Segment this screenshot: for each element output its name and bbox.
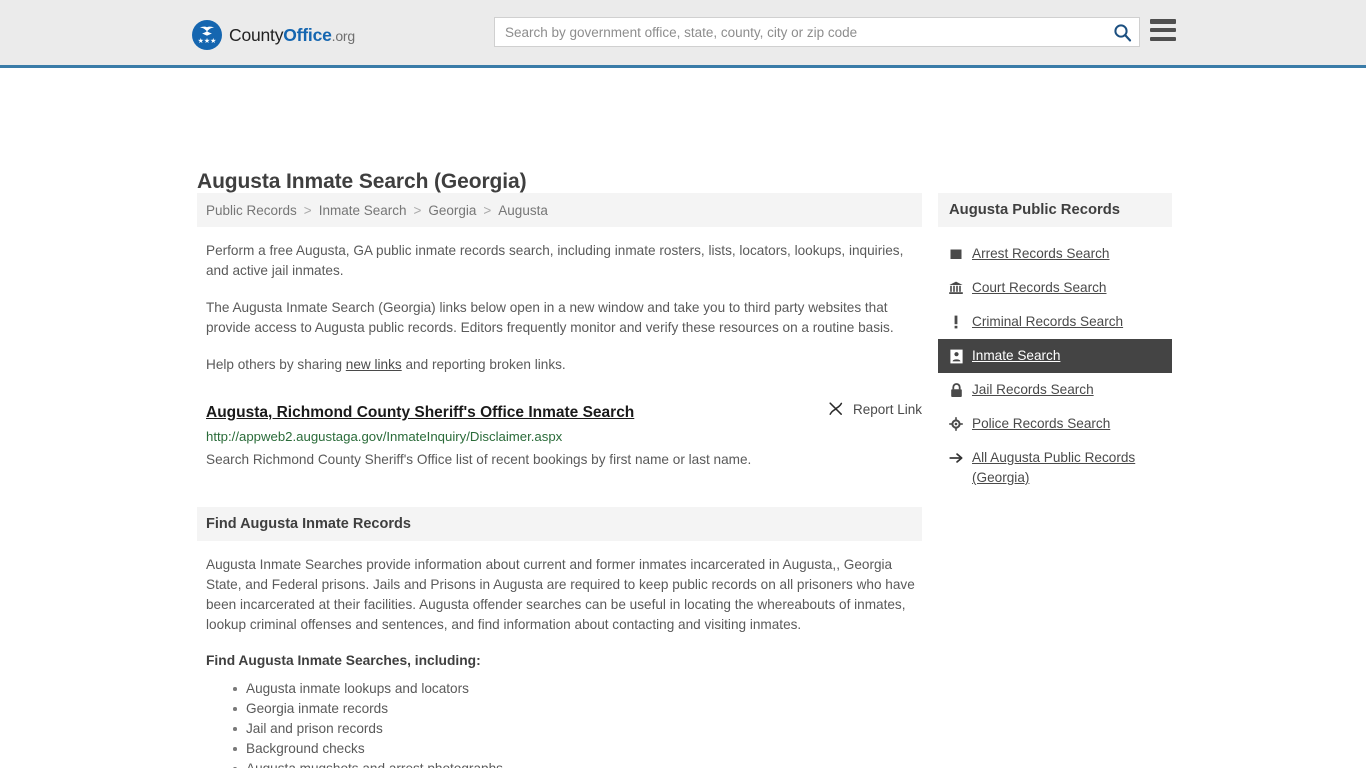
list-item: Background checks <box>233 739 922 759</box>
breadcrumb-item-augusta[interactable]: Augusta <box>498 203 548 218</box>
sidebar-list: Arrest Records Search Court Records Sear… <box>938 237 1172 495</box>
eagle-seal-icon: ★★★ <box>192 20 222 50</box>
broken-link-icon <box>829 402 843 415</box>
site-header: ★★★ CountyOffice.org <box>0 0 1366 68</box>
search-button[interactable] <box>1105 18 1139 46</box>
arrow-right-icon <box>949 450 963 466</box>
result-url[interactable]: http://appweb2.augustaga.gov/InmateInqui… <box>206 429 922 444</box>
sidebar-item-arrest-records[interactable]: Arrest Records Search <box>938 237 1172 271</box>
list-item: Georgia inmate records <box>233 699 922 719</box>
section-heading: Find Augusta Inmate Records <box>197 507 922 541</box>
eagle-glyph <box>199 26 215 36</box>
logo-text-county: County <box>229 24 284 45</box>
list-item: Augusta mugshots and arrest photographs <box>233 759 922 768</box>
hamburger-bar-1 <box>1150 19 1176 24</box>
sidebar-item-inmate-search[interactable]: Inmate Search <box>938 339 1172 373</box>
square-icon <box>949 246 963 262</box>
result-description: Search Richmond County Sheriff's Office … <box>206 452 752 467</box>
intro-paragraph-1: Perform a free Augusta, GA public inmate… <box>206 243 904 278</box>
breadcrumb-separator: > <box>303 202 312 218</box>
breadcrumb-item-inmate-search[interactable]: Inmate Search <box>319 203 407 218</box>
result-title-link[interactable]: Augusta, Richmond County Sheriff's Offic… <box>206 404 634 422</box>
report-link-button[interactable]: Report Link <box>828 401 922 417</box>
sidebar-item-criminal-records[interactable]: Criminal Records Search <box>938 305 1172 339</box>
section-subheading: Find Augusta Inmate Searches, including: <box>206 653 481 668</box>
search-input[interactable] <box>495 18 1105 46</box>
lock-icon <box>949 382 963 398</box>
sidebar-item-label: Jail Records Search <box>972 382 1094 397</box>
main-content: Public Records > Inmate Search > Georgia… <box>197 193 922 768</box>
list-item: Augusta inmate lookups and locators <box>233 679 922 699</box>
sidebar-item-label: Inmate Search <box>972 348 1061 363</box>
report-link-label: Report Link <box>852 401 922 417</box>
sidebar-item-jail-records[interactable]: Jail Records Search <box>938 373 1172 407</box>
site-logo[interactable]: ★★★ CountyOffice.org <box>192 20 355 50</box>
share-text-before: Help others by sharing <box>206 357 346 372</box>
list-item: Jail and prison records <box>233 719 922 739</box>
sidebar-item-label: Arrest Records Search <box>972 246 1110 261</box>
sidebar-item-police-records[interactable]: Police Records Search <box>938 407 1172 441</box>
result-header-row: Augusta, Richmond County Sheriff's Offic… <box>206 401 922 422</box>
hamburger-menu-icon[interactable] <box>1150 19 1176 41</box>
share-text-after: and reporting broken links. <box>401 357 566 372</box>
logo-stars: ★★★ <box>197 38 217 45</box>
hamburger-bar-2 <box>1150 27 1176 33</box>
sidebar-item-court-records[interactable]: Court Records Search <box>938 271 1172 305</box>
breadcrumb-separator: > <box>483 202 492 218</box>
page-title: Augusta Inmate Search (Georgia) <box>197 170 527 194</box>
exclamation-icon <box>949 314 963 330</box>
hamburger-bar-3 <box>1150 36 1176 41</box>
sidebar-item-label: Police Records Search <box>972 416 1111 431</box>
sidebar-item-label: Criminal Records Search <box>972 314 1124 329</box>
search-bar[interactable] <box>494 17 1140 47</box>
intro-paragraph-2: The Augusta Inmate Search (Georgia) link… <box>206 300 894 335</box>
sidebar-item-label: Court Records Search <box>972 280 1107 295</box>
police-badge-icon <box>949 416 963 432</box>
section-bullet-list: Augusta inmate lookups and locators Geor… <box>206 679 922 768</box>
breadcrumb: Public Records > Inmate Search > Georgia… <box>197 193 922 227</box>
id-card-icon <box>949 348 963 364</box>
section-paragraph: Augusta Inmate Searches provide informat… <box>206 557 915 632</box>
page-body: Augusta Inmate Search (Georgia) Public R… <box>0 68 1366 768</box>
logo-text-org: .org <box>331 27 356 44</box>
breadcrumb-separator: > <box>413 202 422 218</box>
logo-text-office: Office <box>283 24 332 45</box>
section-body: Augusta Inmate Searches provide informat… <box>197 555 922 768</box>
search-result-item: Augusta, Richmond County Sheriff's Offic… <box>197 401 922 469</box>
breadcrumb-item-georgia[interactable]: Georgia <box>428 203 476 218</box>
intro-paragraph-3: Help others by sharing new links and rep… <box>197 355 922 375</box>
sidebar-heading: Augusta Public Records <box>938 193 1172 227</box>
sidebar-item-label: All Augusta Public Records (Georgia) <box>972 450 1136 485</box>
logo-wordmark: CountyOffice.org <box>229 25 355 46</box>
new-links-link[interactable]: new links <box>346 357 402 372</box>
breadcrumb-item-public-records[interactable]: Public Records <box>206 203 297 218</box>
sidebar-item-all-public-records[interactable]: All Augusta Public Records (Georgia) <box>938 441 1172 495</box>
sidebar: Augusta Public Records Arrest Records Se… <box>938 193 1172 495</box>
search-icon <box>1113 23 1131 41</box>
courthouse-icon <box>949 280 963 296</box>
